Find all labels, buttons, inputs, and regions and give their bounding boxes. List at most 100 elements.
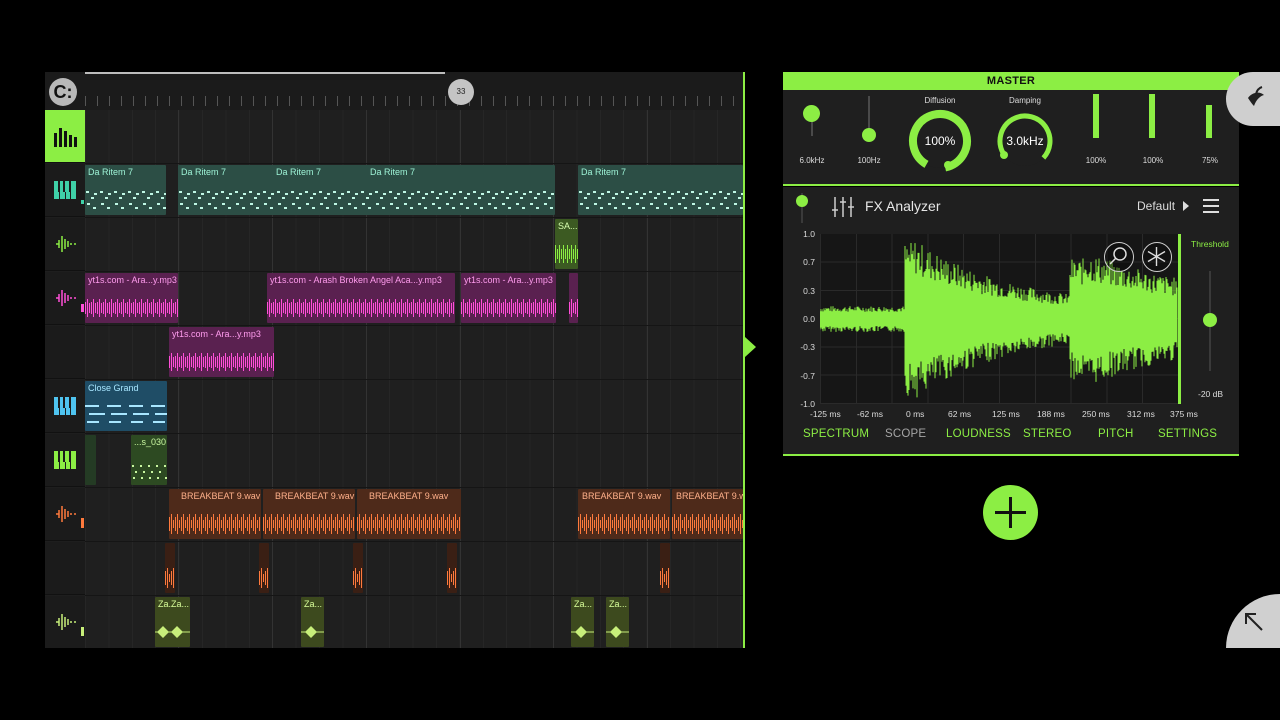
- audio-clip[interactable]: yt1s.com - Ara...y.mp3: [85, 273, 178, 323]
- audio-clip[interactable]: [165, 543, 175, 593]
- track-header-3[interactable]: [45, 272, 85, 325]
- track-header-2[interactable]: [45, 218, 85, 271]
- audio-clip[interactable]: [660, 543, 670, 593]
- master-title: MASTER: [783, 72, 1239, 90]
- threshold-slider[interactable]: [1203, 313, 1217, 327]
- audio-clip[interactable]: Za...: [571, 597, 594, 647]
- tab-spectrum[interactable]: SPECTRUM: [803, 428, 869, 440]
- audio-clip[interactable]: BREAKBEAT 9.wav: [263, 489, 355, 539]
- waveform: [169, 347, 274, 377]
- audio-clip[interactable]: BREAKBEAT 9.wav: [578, 489, 670, 539]
- fl-logo-button[interactable]: [1226, 72, 1280, 126]
- hicut-slider[interactable]: [803, 105, 820, 122]
- level-bar[interactable]: [1149, 94, 1155, 138]
- waveform-icon: [56, 614, 76, 630]
- level-bar[interactable]: [1093, 94, 1099, 138]
- audio-clip[interactable]: [353, 543, 363, 593]
- hicut-value: 6.0kHz: [799, 156, 825, 165]
- note-pattern: [578, 185, 743, 215]
- lowcut-value: 100Hz: [857, 156, 881, 165]
- audio-clip[interactable]: yt1s.com - Ara...y.mp3: [461, 273, 556, 323]
- scope-cursor[interactable]: [1178, 234, 1181, 404]
- x-tick-label: 0 ms: [906, 409, 925, 419]
- level-meter: [81, 627, 84, 636]
- track-header-4[interactable]: [45, 326, 85, 379]
- mixer-bars-icon: [54, 128, 77, 147]
- preset-selector[interactable]: Default: [1137, 199, 1175, 213]
- damping-label: Damping: [1008, 96, 1041, 105]
- master-separator: [783, 184, 1239, 186]
- track-header-5[interactable]: [45, 380, 85, 433]
- waveform: [571, 626, 594, 638]
- pattern-clip[interactable]: ...s_030: [131, 435, 167, 485]
- fx-analyzer-panel: FX Analyzer Default 1.0 0.7 0.3 0.0 -0.3…: [783, 187, 1239, 454]
- expand-button[interactable]: [1226, 594, 1280, 648]
- level-bar[interactable]: [1206, 105, 1212, 138]
- oscilloscope-display[interactable]: [819, 234, 1181, 404]
- freeze-button[interactable]: [1142, 242, 1172, 272]
- level-meter: [81, 304, 84, 312]
- timeline-ruler[interactable]: C: 33: [45, 72, 743, 110]
- tab-settings[interactable]: SETTINGS: [1158, 428, 1217, 440]
- audio-clip[interactable]: Za...: [606, 597, 629, 647]
- threshold-value: -20 dB: [1198, 389, 1224, 399]
- track-header-7[interactable]: [45, 488, 85, 541]
- audio-clip[interactable]: Za.Za...: [155, 597, 190, 647]
- level-bar-value: 75%: [1201, 156, 1218, 165]
- menu-icon[interactable]: [1203, 199, 1219, 213]
- track-header-6[interactable]: [45, 434, 85, 487]
- fx-enable-toggle[interactable]: [795, 193, 809, 223]
- pattern-clip[interactable]: Close Grand: [85, 381, 167, 431]
- waveform: [85, 293, 178, 323]
- audio-clip[interactable]: [259, 543, 269, 593]
- track-header-1[interactable]: [45, 164, 85, 217]
- audio-clip[interactable]: yt1s.com - Arash Broken Angel Aca...y.mp…: [267, 273, 455, 323]
- lowcut-slider[interactable]: [862, 128, 876, 142]
- horizontal-scroll-indicator[interactable]: [85, 72, 445, 74]
- audio-clip[interactable]: [569, 273, 578, 323]
- arrow-up-left-icon: [1245, 613, 1263, 631]
- y-tick-label: -1.0: [800, 399, 815, 409]
- audio-clip[interactable]: BREAKBEAT 9.wav: [672, 489, 743, 539]
- audio-clip[interactable]: yt1s.com - Ara...y.mp3: [169, 327, 274, 377]
- audio-clip[interactable]: BREAKBEAT 9.wav: [357, 489, 461, 539]
- panel-divider[interactable]: [743, 72, 745, 648]
- track-header-master[interactable]: [45, 110, 85, 163]
- panel-collapse-arrow[interactable]: [745, 337, 756, 357]
- clip-label: yt1s.com - Arash Broken Angel Aca...y.mp…: [270, 275, 442, 285]
- audio-clip[interactable]: BREAKBEAT 9.wav: [169, 489, 261, 539]
- audio-clip[interactable]: SA...: [555, 219, 578, 269]
- clip-label: yt1s.com - Ara...y.mp3: [88, 275, 177, 285]
- damping-knob[interactable]: 3.0kHz: [995, 111, 1055, 171]
- preset-next-icon[interactable]: [1183, 201, 1189, 211]
- zoom-button[interactable]: [1104, 242, 1134, 272]
- playlist-grid[interactable]: Da Ritem 7 Da Ritem 7 Da Ritem 7 Da Rite…: [85, 110, 743, 648]
- clip-label: yt1s.com - Ara...y.mp3: [172, 329, 261, 339]
- pattern-clip[interactable]: Da Ritem 7: [578, 165, 743, 215]
- level-bar-value: 100%: [1142, 156, 1164, 165]
- tab-stereo[interactable]: STEREO: [1023, 428, 1072, 440]
- audio-clip[interactable]: Za...: [301, 597, 324, 647]
- audio-clip[interactable]: [447, 543, 457, 593]
- damping-value: 3.0kHz: [1006, 134, 1044, 148]
- track-header-9[interactable]: [45, 596, 85, 648]
- track-header-8[interactable]: [45, 542, 85, 595]
- pattern-clip[interactable]: Da Ritem 7: [85, 165, 166, 215]
- position-marker[interactable]: 33: [448, 79, 474, 105]
- pattern-clip[interactable]: [85, 435, 96, 485]
- diffusion-knob[interactable]: 100%: [907, 108, 973, 174]
- y-tick-label: 0.7: [803, 257, 815, 267]
- app-logo-button[interactable]: C:: [49, 78, 77, 106]
- clip-label: Da Ritem 7: [370, 167, 416, 177]
- clip-label: BREAKBEAT 9.wav: [275, 491, 355, 501]
- tab-scope[interactable]: SCOPE: [885, 428, 926, 440]
- x-tick-label: -62 ms: [857, 409, 883, 419]
- clip-label: Za.Za...: [158, 599, 190, 609]
- add-plugin-button[interactable]: [983, 485, 1038, 540]
- clip-label: Da Ritem 7: [88, 167, 134, 177]
- equalizer-icon[interactable]: [831, 196, 855, 218]
- tab-pitch[interactable]: PITCH: [1098, 428, 1134, 440]
- piano-icon: [54, 397, 76, 415]
- tab-loudness[interactable]: LOUDNESS: [946, 428, 1011, 440]
- level-meter: [81, 200, 84, 204]
